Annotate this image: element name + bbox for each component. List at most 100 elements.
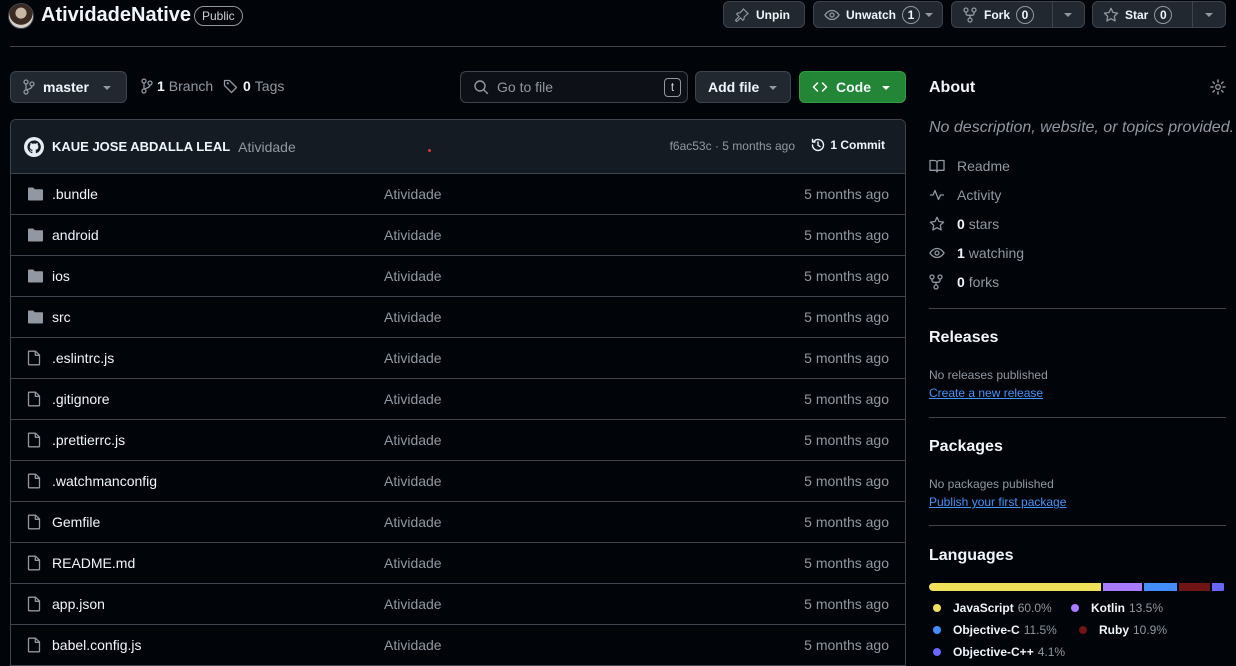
commit-author-avatar[interactable]	[24, 136, 44, 157]
file-name[interactable]: .gitignore	[52, 391, 110, 407]
file-row[interactable]: app.json Atividade 5 months ago	[11, 584, 905, 625]
file-row[interactable]: .watchmanconfig Atividade 5 months ago	[11, 461, 905, 502]
repo-name[interactable]: AtividadeNative	[41, 4, 191, 27]
file-row[interactable]: .gitignore Atividade 5 months ago	[11, 379, 905, 420]
add-file-button[interactable]: Add file	[695, 71, 791, 103]
language-name: Objective-C	[953, 623, 1020, 637]
file-commit-date: 5 months ago	[804, 432, 889, 448]
language-item[interactable]: Objective-C++ 4.1%	[933, 645, 1065, 659]
chevron-down-icon	[1205, 12, 1213, 17]
branches-count: 1	[157, 78, 165, 94]
releases-heading[interactable]: Releases	[929, 329, 998, 347]
file-row[interactable]: ios Atividade 5 months ago	[11, 256, 905, 297]
file-name[interactable]: babel.config.js	[52, 637, 142, 653]
stars-count: 0	[957, 216, 965, 232]
commit-author[interactable]: KAUE JOSE ABDALLA LEAL	[52, 139, 230, 154]
code-label: Code	[836, 79, 871, 95]
file-row[interactable]: Gemfile Atividade 5 months ago	[11, 502, 905, 543]
language-bar-segment[interactable]	[929, 583, 1102, 591]
language-name: JavaScript	[953, 601, 1014, 615]
file-commit-message[interactable]: Atividade	[384, 473, 442, 489]
go-to-file-input[interactable]	[497, 79, 657, 95]
commit-message[interactable]: Atividade	[238, 139, 296, 155]
go-to-file-search[interactable]: t	[460, 71, 688, 103]
language-bar-segment[interactable]	[1103, 583, 1142, 591]
file-list: .bundle Atividade 5 months ago android Ativi…	[11, 174, 905, 666]
star-button[interactable]: Star 0	[1092, 1, 1226, 28]
file-commit-date: 5 months ago	[804, 555, 889, 571]
language-percent: 60.0%	[1017, 601, 1052, 615]
code-button[interactable]: Code	[799, 71, 906, 103]
language-name: Ruby	[1099, 623, 1129, 637]
file-row[interactable]: src Atividade 5 months ago	[11, 297, 905, 338]
tags-link[interactable]: 0 Tags	[223, 78, 284, 94]
unpin-label: Unpin	[756, 7, 790, 22]
file-row[interactable]: .prettierrc.js Atividade 5 months ago	[11, 420, 905, 461]
file-commit-message[interactable]: Atividade	[384, 350, 442, 366]
language-item[interactable]: Kotlin 13.5%	[1071, 601, 1163, 615]
file-name[interactable]: Gemfile	[52, 514, 100, 530]
file-name[interactable]: android	[52, 227, 99, 243]
file-commit-message[interactable]: Atividade	[384, 637, 442, 653]
file-name[interactable]: app.json	[52, 596, 105, 612]
branch-select[interactable]: master	[10, 71, 127, 103]
language-bar-segment[interactable]	[1212, 583, 1225, 591]
watch-dropdown-caret[interactable]	[916, 2, 942, 27]
language-item[interactable]: Ruby 10.9%	[1079, 623, 1167, 637]
file-commit-message[interactable]: Atividade	[384, 268, 442, 284]
file-row[interactable]: README.md Atividade 5 months ago	[11, 543, 905, 584]
file-name[interactable]: ios	[52, 268, 70, 284]
file-row[interactable]: android Atividade 5 months ago	[11, 215, 905, 256]
watch-button[interactable]: Unwatch 1	[813, 1, 943, 28]
language-color-dot	[933, 626, 941, 634]
chevron-down-icon	[1064, 12, 1072, 17]
owner-avatar[interactable]	[8, 3, 34, 29]
file-commit-message[interactable]: Atividade	[384, 309, 442, 325]
gear-icon[interactable]	[1210, 79, 1226, 95]
language-bar-segment[interactable]	[1178, 583, 1211, 591]
readme-link[interactable]: Readme	[929, 158, 1010, 174]
star-dropdown-caret[interactable]	[1193, 2, 1225, 27]
watchers-link[interactable]: 1 watching	[929, 245, 1024, 261]
file-row[interactable]: babel.config.js Atividade 5 months ago	[11, 625, 905, 666]
tag-icon	[223, 79, 238, 94]
publish-package-link[interactable]: Publish your first package	[929, 495, 1066, 509]
unpin-button[interactable]: Unpin	[723, 1, 805, 28]
file-name[interactable]: .eslintrc.js	[52, 350, 114, 366]
branches-label: Branch	[168, 78, 214, 94]
file-name[interactable]: .watchmanconfig	[52, 473, 157, 489]
branch-name: master	[43, 79, 89, 95]
activity-link[interactable]: Activity	[929, 187, 1001, 203]
file-commit-date: 5 months ago	[804, 227, 889, 243]
file-commit-message[interactable]: Atividade	[384, 227, 442, 243]
file-commit-message[interactable]: Atividade	[384, 514, 442, 530]
language-item[interactable]: JavaScript 60.0%	[933, 601, 1052, 615]
branches-link[interactable]: 1 Branch	[141, 78, 213, 94]
commits-link[interactable]: 1 Commit	[810, 137, 885, 153]
file-name[interactable]: src	[52, 309, 71, 325]
language-item[interactable]: Objective-C 11.5%	[933, 623, 1057, 637]
language-percent: 10.9%	[1133, 623, 1168, 637]
file-commit-message[interactable]: Atividade	[384, 391, 442, 407]
forks-link[interactable]: 0 forks	[929, 274, 999, 290]
git-branch-icon	[141, 78, 153, 94]
file-icon	[27, 596, 44, 612]
file-commit-message[interactable]: Atividade	[384, 186, 442, 202]
file-commit-message[interactable]: Atividade	[384, 555, 442, 571]
file-row[interactable]: .eslintrc.js Atividade 5 months ago	[11, 338, 905, 379]
language-bar-segment[interactable]	[1143, 583, 1177, 591]
packages-heading[interactable]: Packages	[929, 438, 1003, 456]
file-name[interactable]: .bundle	[52, 186, 98, 202]
chevron-down-icon	[103, 86, 111, 90]
file-commit-message[interactable]: Atividade	[384, 432, 442, 448]
file-name[interactable]: .prettierrc.js	[52, 432, 125, 448]
fork-dropdown-caret[interactable]	[1052, 2, 1084, 27]
fork-button[interactable]: Fork 0	[951, 1, 1085, 28]
file-name[interactable]: README.md	[52, 555, 135, 571]
create-release-link[interactable]: Create a new release	[929, 386, 1043, 400]
stars-link[interactable]: 0 stars	[929, 216, 999, 232]
file-commit-message[interactable]: Atividade	[384, 596, 442, 612]
commit-hash-time[interactable]: f6ac53c · 5 months ago	[670, 139, 795, 153]
file-icon	[27, 555, 44, 571]
file-row[interactable]: .bundle Atividade 5 months ago	[11, 174, 905, 215]
